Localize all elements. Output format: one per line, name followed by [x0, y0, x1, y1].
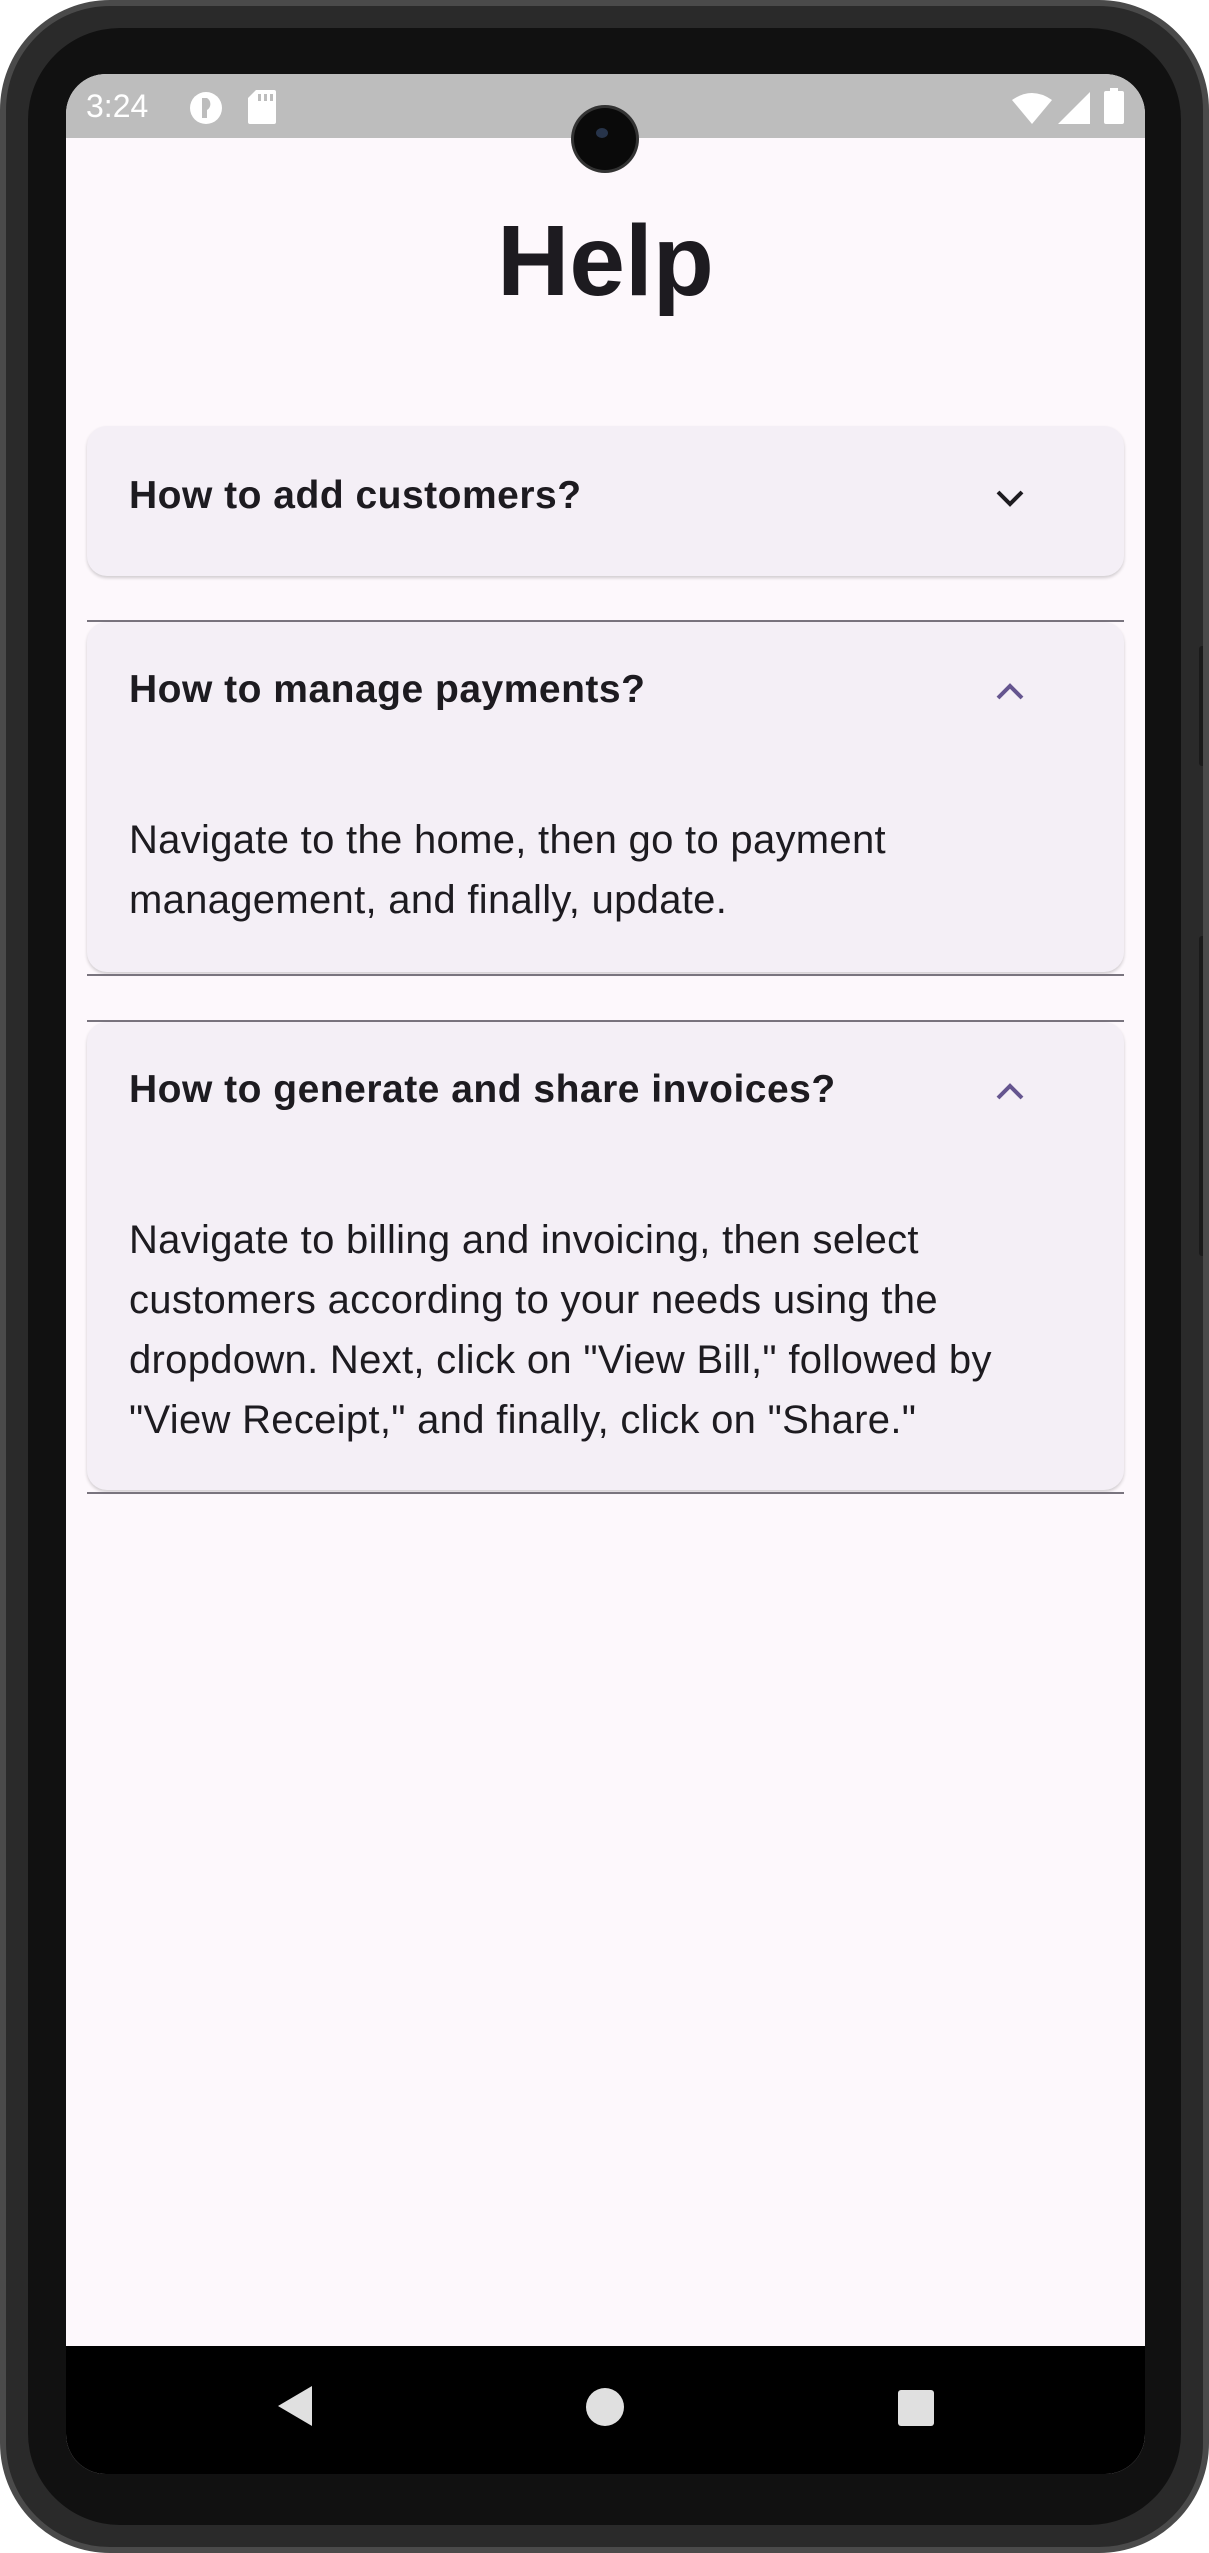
- screen: 3:24 Help How to add customers? How to m…: [66, 74, 1145, 2474]
- faq-question: How to manage payments?: [129, 668, 646, 711]
- faq-item-manage-payments[interactable]: How to manage payments? Navigate to the …: [87, 622, 1124, 972]
- status-time: 3:24: [86, 88, 149, 124]
- sd-card-icon: [248, 90, 276, 129]
- recents-icon[interactable]: [896, 2388, 936, 2433]
- phone-frame: 3:24 Help How to add customers? How to m…: [0, 0, 1209, 2553]
- faq-item-add-customers[interactable]: How to add customers?: [87, 426, 1124, 576]
- app-notification-icon: [188, 90, 224, 131]
- chevron-up-icon[interactable]: [988, 670, 1032, 714]
- faq-question: How to generate and share invoices?: [129, 1068, 836, 1111]
- faq-item-generate-invoices[interactable]: How to generate and share invoices? Navi…: [87, 1022, 1124, 1490]
- divider: [87, 1492, 1124, 1494]
- system-nav-bar: [66, 2346, 1145, 2474]
- faq-header[interactable]: How to manage payments?: [129, 668, 1082, 728]
- faq-header[interactable]: How to generate and share invoices?: [129, 1068, 1082, 1128]
- faq-question: How to add customers?: [129, 474, 582, 517]
- back-icon[interactable]: [272, 2382, 316, 2435]
- power-button: [1199, 936, 1203, 1256]
- battery-icon: [1104, 88, 1124, 129]
- faq-answer: Navigate to the home, then go to payment…: [129, 818, 886, 922]
- cell-signal-icon: [1058, 92, 1090, 129]
- chevron-up-icon[interactable]: [988, 1070, 1032, 1114]
- chevron-down-icon[interactable]: [988, 476, 1032, 520]
- home-icon[interactable]: [584, 2386, 626, 2433]
- front-camera: [574, 108, 636, 170]
- volume-button: [1199, 646, 1203, 766]
- wifi-icon: [1012, 92, 1052, 129]
- divider: [87, 974, 1124, 976]
- faq-header[interactable]: How to add customers?: [129, 474, 1082, 534]
- faq-answer: Navigate to billing and invoicing, then …: [129, 1218, 992, 1442]
- page-title: Help: [497, 205, 714, 317]
